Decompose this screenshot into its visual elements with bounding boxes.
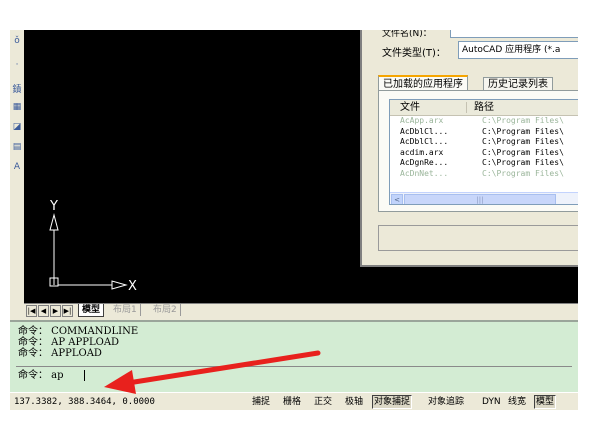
polar-toggle[interactable]: 极轴 xyxy=(343,395,365,409)
ortho-toggle[interactable]: 正交 xyxy=(312,395,334,409)
column-header-path[interactable]: 路径 xyxy=(474,101,494,114)
model-toggle[interactable]: 模型 xyxy=(534,395,557,409)
list-item-path: C:\Program Files\ xyxy=(482,158,564,167)
command-history-line: 命令： AP APPLOAD xyxy=(18,337,120,348)
list-header: 文件 路径 xyxy=(390,100,578,116)
dialog-tabs: 已加载的应用程序 历史记录列表 xyxy=(378,75,578,92)
file-name-row: 文件名(N)： xyxy=(362,30,578,39)
list-item-path: C:\Program Files\ xyxy=(482,168,564,178)
command-history-line: 命令： COMMANDLINE xyxy=(18,326,139,337)
dot-icon[interactable]: · xyxy=(12,60,22,70)
draw-toolbar: ǒ · 䥊 ▦ ◪ ▤ A xyxy=(10,30,24,320)
text-icon[interactable]: A xyxy=(12,162,22,172)
grid-toggle[interactable]: 栅格 xyxy=(281,395,303,409)
status-field xyxy=(378,225,578,251)
file-type-select[interactable]: AutoCAD 应用程序 (*.a xyxy=(458,41,578,59)
next-tab-icon[interactable]: ▶ xyxy=(50,305,61,317)
list-item-file: AcDnNet... xyxy=(400,168,449,178)
loaded-apps-panel: 文件 路径 AcApp.arx C:\Program Files\ AcDblCl.… xyxy=(378,90,578,212)
list-item-file: AcDgnRe... xyxy=(400,158,449,167)
line-icon[interactable]: ǒ xyxy=(12,36,22,46)
scroll-thumb[interactable]: ||| xyxy=(404,194,556,204)
tab-history-list[interactable]: 历史记录列表 xyxy=(483,77,553,91)
list-item[interactable]: AcDnNet... C:\Program Files\ xyxy=(390,169,578,180)
ucs-x-label: X xyxy=(128,279,137,294)
hatch-icon[interactable]: 䥊 xyxy=(12,85,22,95)
list-item-path: C:\Program Files\ xyxy=(482,126,564,136)
first-tab-icon[interactable]: |◀ xyxy=(26,305,37,317)
tab-layout2[interactable]: 布局2 xyxy=(150,304,181,316)
loaded-apps-list[interactable]: 文件 路径 AcApp.arx C:\Program Files\ AcDblCl.… xyxy=(389,99,578,205)
list-item-path: C:\Program Files\ xyxy=(482,137,564,146)
command-history-line: 命令： APPLOAD xyxy=(18,348,102,359)
command-input[interactable]: 命令： ap xyxy=(16,366,572,383)
grid-icon[interactable]: ▤ xyxy=(12,142,22,152)
layout-tab-bar: |◀ ◀ ▶ ▶| 模型 布局1 布局2 xyxy=(24,303,578,318)
list-item-path: C:\Program Files\ xyxy=(482,116,564,125)
autocad-window: ǒ · 䥊 ▦ ◪ ▤ A Y X |◀ ◀ ▶ ▶| 模型 布局1 布局2 命… xyxy=(10,30,578,410)
file-type-label: 文件类型(T)： xyxy=(382,48,446,59)
last-tab-icon[interactable]: ▶| xyxy=(62,305,73,317)
list-item-file: acdim.arx xyxy=(400,147,444,157)
tab-model[interactable]: 模型 xyxy=(78,304,105,317)
file-name-field[interactable] xyxy=(450,30,578,38)
osnap-toggle[interactable]: 对象捕捉 xyxy=(372,395,413,409)
ucs-y-label: Y xyxy=(49,199,58,214)
list-item[interactable]: AcApp.arx C:\Program Files\ xyxy=(390,116,578,127)
list-item-file: AcApp.arx xyxy=(400,116,444,125)
scroll-left-icon[interactable]: < xyxy=(391,194,403,204)
list-item-path: C:\Program Files\ xyxy=(482,147,564,157)
column-divider[interactable] xyxy=(466,102,467,113)
column-header-file[interactable]: 文件 xyxy=(400,101,420,114)
list-item-file: AcDblCl... xyxy=(400,137,449,146)
coordinate-readout: 137.3382, 388.3464, 0.0000 xyxy=(14,397,155,407)
region-icon[interactable]: ◪ xyxy=(12,122,22,132)
list-rows: AcApp.arx C:\Program Files\ AcDblCl... C:\P… xyxy=(390,116,578,179)
dyn-toggle[interactable]: DYN xyxy=(480,395,503,409)
horizontal-scrollbar[interactable]: < ||| xyxy=(390,192,578,204)
status-bar: 137.3382, 388.3464, 0.0000 捕捉 栅格 正交 极轴 对… xyxy=(10,392,578,410)
list-item[interactable]: AcDblCl... C:\Program Files\ xyxy=(390,137,578,148)
command-window: 命令： COMMANDLINE 命令： AP APPLOAD 命令： APPLO… xyxy=(10,320,578,392)
prev-tab-icon[interactable]: ◀ xyxy=(38,305,49,317)
text-cursor xyxy=(84,370,85,381)
file-name-label: 文件名(N)： xyxy=(382,30,432,39)
tab-layout1[interactable]: 布局1 xyxy=(110,304,141,316)
list-item[interactable]: acdim.arx C:\Program Files\ xyxy=(390,148,578,159)
list-item-file: AcDblCl... xyxy=(400,126,449,136)
list-item[interactable]: AcDblCl... C:\Program Files\ xyxy=(390,127,578,138)
command-input-text: 命令： ap xyxy=(18,370,64,381)
table-icon[interactable]: ▦ xyxy=(12,102,22,112)
appload-dialog: 文件名(N)： 文件类型(T)： AutoCAD 应用程序 (*.a 已加载的应… xyxy=(360,30,578,267)
snap-toggle[interactable]: 捕捉 xyxy=(250,395,272,409)
list-item[interactable]: AcDgnRe... C:\Program Files\ xyxy=(390,158,578,169)
otrack-toggle[interactable]: 对象追踪 xyxy=(426,395,466,409)
lineweight-toggle[interactable]: 线宽 xyxy=(506,395,528,409)
